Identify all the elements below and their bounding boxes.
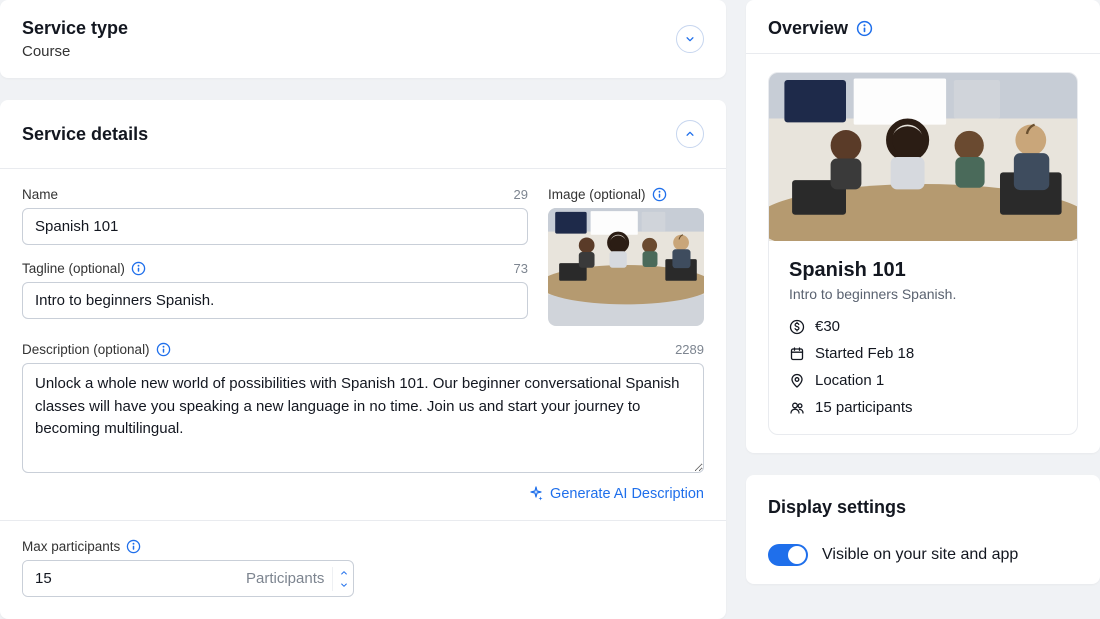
service-type-expand-button[interactable] xyxy=(676,25,704,53)
overview-location: Location 1 xyxy=(815,372,884,389)
description-label: Description (optional) xyxy=(22,342,150,357)
max-participants-input[interactable] xyxy=(23,561,246,596)
info-icon[interactable] xyxy=(131,261,146,276)
visible-toggle[interactable] xyxy=(768,544,808,566)
visible-label: Visible on your site and app xyxy=(822,546,1018,564)
overview-heading: Overview xyxy=(768,18,848,39)
stepper-down-button[interactable] xyxy=(333,579,354,591)
service-details-collapse-button[interactable] xyxy=(676,120,704,148)
max-participants-unit: Participants xyxy=(246,570,332,587)
image-label: Image (optional) xyxy=(548,187,646,202)
price-icon xyxy=(789,319,805,335)
overview-start: Started Feb 18 xyxy=(815,345,914,362)
overview-card: Overview Spanish 101 Intro to beginners … xyxy=(746,0,1100,453)
chevron-down-icon xyxy=(685,34,695,44)
overview-participants: 15 participants xyxy=(815,399,913,416)
display-settings-heading: Display settings xyxy=(768,497,1078,518)
overview-preview-card: Spanish 101 Intro to beginners Spanish. … xyxy=(768,72,1078,435)
overview-participants-row: 15 participants xyxy=(789,399,1057,416)
overview-hero-image xyxy=(769,73,1077,241)
info-icon[interactable] xyxy=(126,539,141,554)
divider xyxy=(0,520,726,521)
chevron-up-icon xyxy=(339,569,349,577)
name-label: Name xyxy=(22,187,58,202)
sparkle-icon xyxy=(528,486,544,502)
service-type-value: Course xyxy=(22,43,128,60)
tagline-label: Tagline (optional) xyxy=(22,261,125,276)
name-input[interactable] xyxy=(22,208,528,245)
chevron-up-icon xyxy=(685,129,695,139)
location-icon xyxy=(789,373,805,389)
info-icon[interactable] xyxy=(856,20,873,37)
service-details-card: Service details Name 29 xyxy=(0,100,726,619)
generate-ai-description-button[interactable]: Generate AI Description xyxy=(528,486,704,502)
chevron-down-icon xyxy=(339,581,349,589)
image-thumbnail[interactable] xyxy=(548,208,704,326)
people-icon xyxy=(789,400,805,416)
stepper-up-button[interactable] xyxy=(333,567,354,579)
description-counter: 2289 xyxy=(675,342,704,357)
service-details-heading: Service details xyxy=(22,124,148,145)
generate-ai-label: Generate AI Description xyxy=(550,486,704,502)
tagline-counter: 73 xyxy=(514,261,528,276)
overview-start-row: Started Feb 18 xyxy=(789,345,1057,362)
hero-image xyxy=(769,73,1077,241)
display-settings-card: Display settings Visible on your site an… xyxy=(746,475,1100,584)
overview-tagline: Intro to beginners Spanish. xyxy=(789,286,1057,302)
max-participants-stepper: Participants xyxy=(22,560,354,597)
name-counter: 29 xyxy=(514,187,528,202)
tagline-input[interactable] xyxy=(22,282,528,319)
overview-price-row: €30 xyxy=(789,318,1057,335)
overview-location-row: Location 1 xyxy=(789,372,1057,389)
overview-price: €30 xyxy=(815,318,840,335)
service-type-heading: Service type xyxy=(22,18,128,39)
service-type-card: Service type Course xyxy=(0,0,726,78)
description-textarea[interactable] xyxy=(22,363,704,473)
info-icon[interactable] xyxy=(156,342,171,357)
thumbnail-image xyxy=(548,208,704,326)
calendar-icon xyxy=(789,346,805,362)
info-icon[interactable] xyxy=(652,187,667,202)
max-participants-label: Max participants xyxy=(22,539,120,554)
overview-title: Spanish 101 xyxy=(789,259,1057,282)
